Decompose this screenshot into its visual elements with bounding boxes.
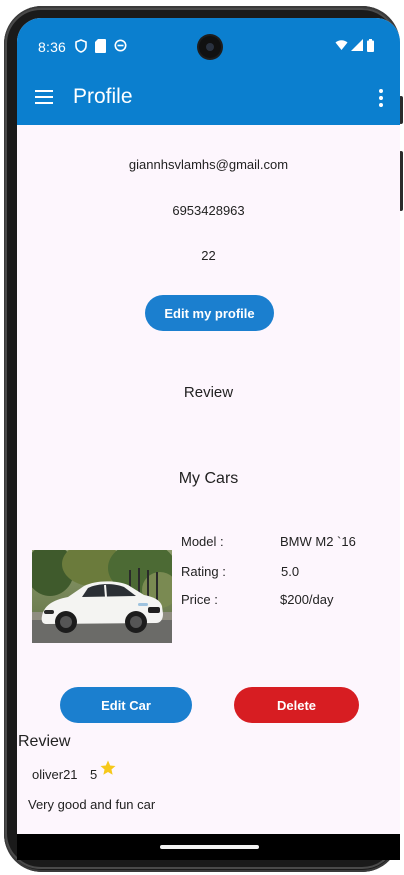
wifi-icon [335, 39, 348, 54]
profile-email: giannhsvlamhs@gmail.com [128, 157, 289, 172]
car-price-value: $200/day [280, 592, 334, 607]
home-gesture-handle[interactable] [160, 845, 259, 849]
car-model-value: BMW M2 `16 [280, 534, 356, 549]
front-camera [199, 36, 221, 58]
review-username: oliver21 [32, 767, 78, 782]
app-bar-title: Profile [73, 85, 133, 108]
edit-profile-button[interactable]: Edit my profile [145, 295, 274, 331]
navigation-bar [17, 834, 400, 860]
shield-check-icon [75, 39, 87, 56]
hamburger-menu-icon[interactable] [35, 90, 53, 104]
status-time: 8:36 [38, 39, 67, 55]
review-section-title: Review [18, 733, 71, 750]
review-rating: 5 [90, 767, 98, 782]
app-bar: Profile [17, 76, 400, 125]
sd-card-icon [95, 39, 106, 56]
delete-car-button[interactable]: Delete [234, 687, 359, 723]
car-photo [32, 550, 172, 643]
car-model-label: Model : [181, 534, 224, 549]
review-text: Very good and fun car [28, 797, 156, 812]
review-link[interactable]: Review [17, 384, 400, 401]
battery-icon [367, 39, 374, 55]
status-bar: 8:36 [17, 18, 400, 76]
car-rating-value: 5.0 [281, 564, 300, 579]
more-vertical-icon[interactable] [378, 88, 384, 108]
cellular-icon [351, 39, 363, 54]
my-cars-title: My Cars [178, 470, 239, 487]
star-icon [99, 759, 117, 777]
car-price-label: Price : [181, 592, 218, 607]
profile-age: 22 [201, 248, 216, 263]
profile-phone: 6953428963 [172, 203, 245, 218]
sync-circle-icon [114, 39, 127, 55]
car-rating-label: Rating : [181, 564, 226, 579]
screen: 8:36 Profile giannhsvlamhs@gmail.com 695… [17, 18, 400, 854]
edit-car-button[interactable]: Edit Car [60, 687, 192, 723]
